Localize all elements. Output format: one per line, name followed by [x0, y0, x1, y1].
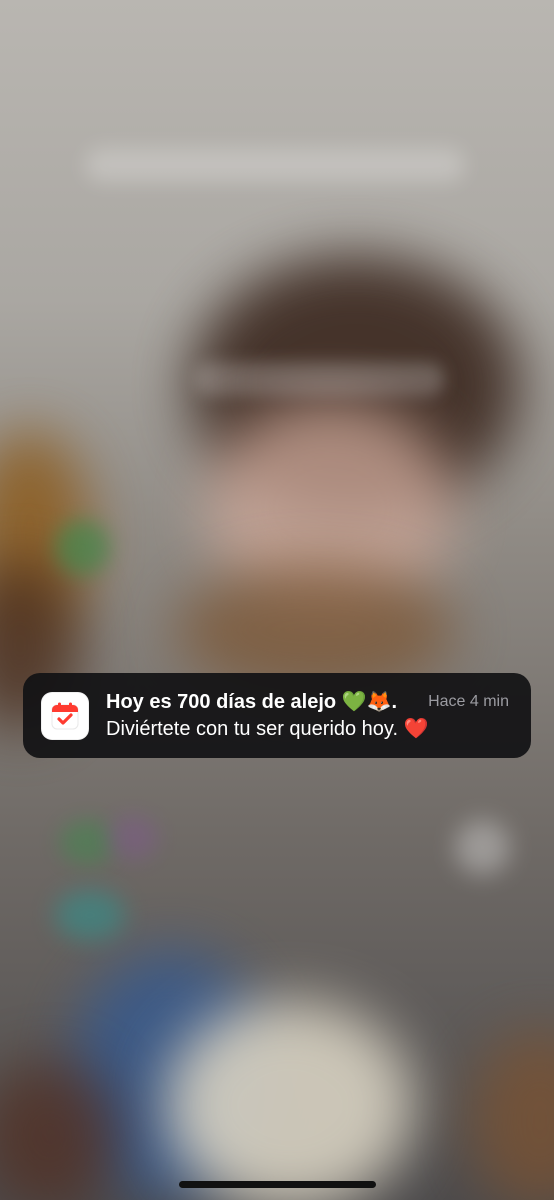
notification-time: Hace 4 min — [428, 693, 509, 710]
wallpaper-blur-shape — [470, 1030, 554, 1200]
calendar-check-icon — [51, 702, 79, 730]
blurred-time — [110, 188, 445, 298]
blurred-app-icon — [455, 820, 510, 875]
notification-title: Hoy es 700 días de alejo 💚🦊. — [106, 691, 398, 713]
blurred-app-icon — [55, 890, 125, 940]
wallpaper-blur-shape — [165, 1000, 415, 1200]
home-indicator[interactable] — [179, 1181, 376, 1188]
blurred-date — [85, 148, 465, 182]
blurred-app-icon — [55, 520, 110, 575]
notification-message: Diviértete con tu ser querido hoy. ❤️ — [106, 718, 429, 740]
notification-card[interactable]: Hoy es 700 días de alejo 💚🦊. Diviértete … — [23, 673, 531, 758]
blurred-lock-widget — [195, 362, 445, 396]
calendar-app-icon — [41, 692, 89, 740]
blurred-app-icon — [60, 820, 115, 865]
blurred-app-icon — [108, 815, 158, 860]
lock-screen: Hoy es 700 días de alejo 💚🦊. Diviértete … — [0, 0, 554, 1200]
